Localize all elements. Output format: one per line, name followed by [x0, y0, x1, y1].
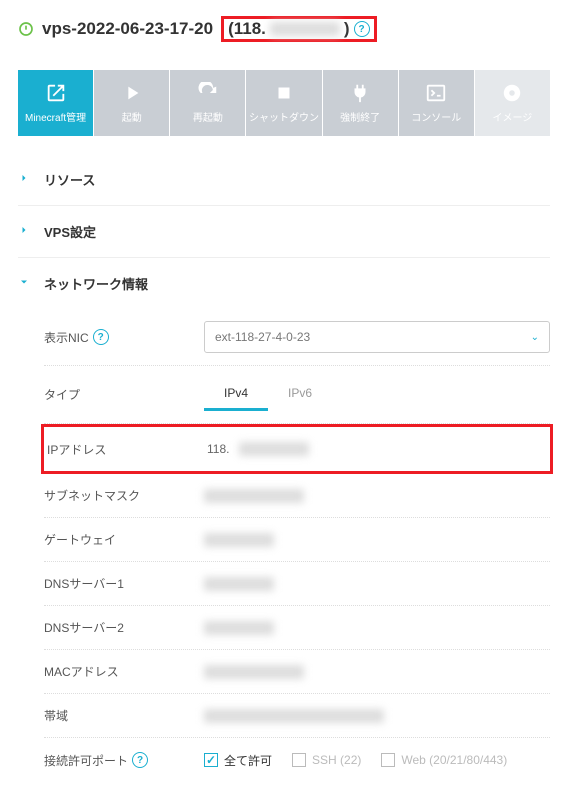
help-icon[interactable]: ? — [132, 752, 148, 768]
web-option[interactable]: Web (20/21/80/443) — [381, 753, 507, 767]
tab-ipv6[interactable]: IPv6 — [268, 378, 332, 411]
bandwidth-row: 帯域 — [44, 694, 550, 738]
checkbox-checked-icon — [204, 753, 218, 767]
start-button[interactable]: 起動 — [94, 70, 169, 136]
chevron-right-icon — [18, 224, 32, 239]
section-title: VPS設定 — [44, 222, 96, 241]
minecraft-manage-button[interactable]: Minecraft管理 — [18, 70, 93, 136]
checkbox-icon — [292, 753, 306, 767]
play-icon — [121, 82, 143, 104]
dns2-label: DNSサーバー2 — [44, 619, 204, 636]
nic-selected-value: ext-118-27-4-0-23 — [215, 330, 310, 344]
bandwidth-masked — [204, 709, 384, 723]
refresh-icon — [197, 82, 219, 104]
ports-label: 接続許可ポート ? — [44, 752, 204, 769]
header-ip-highlight: (118. ) ? — [221, 16, 376, 42]
vps-ip-suffix: ) — [344, 19, 350, 39]
force-stop-button[interactable]: 強制終了 — [323, 70, 398, 136]
dns1-label: DNSサーバー1 — [44, 575, 204, 592]
toolbar-label: Minecraft管理 — [25, 109, 86, 124]
type-row: タイプ IPv4 IPv6 — [44, 366, 550, 424]
dns2-masked — [204, 621, 274, 635]
subnet-masked — [204, 489, 304, 503]
disk-icon — [501, 82, 523, 104]
toolbar-label: イメージ — [493, 109, 533, 124]
toolbar-label: シャットダウン — [249, 109, 319, 124]
type-label: タイプ — [44, 386, 204, 403]
ip-value: 118. — [207, 442, 547, 456]
dns1-row: DNSサーバー1 — [44, 562, 550, 606]
terminal-icon — [425, 82, 447, 104]
checkbox-icon — [381, 753, 395, 767]
network-content: 表示NIC ? ext-118-27-4-0-23 ⌄ タイプ IPv4 IPv… — [18, 309, 550, 782]
section-title: リソース — [44, 170, 95, 189]
dns1-masked — [204, 577, 274, 591]
ip-masked — [239, 442, 309, 456]
gateway-row: ゲートウェイ — [44, 518, 550, 562]
network-section-toggle[interactable]: ネットワーク情報 — [18, 257, 550, 309]
toolbar-label: 再起動 — [193, 109, 223, 124]
vps-ip-prefix: (118. — [228, 19, 266, 39]
restart-button[interactable]: 再起動 — [170, 70, 245, 136]
ports-options: 全て許可 SSH (22) Web (20/21/80/443) — [204, 752, 550, 769]
image-button[interactable]: イメージ — [475, 70, 550, 136]
nic-select[interactable]: ext-118-27-4-0-23 ⌄ — [204, 321, 550, 353]
action-toolbar: Minecraft管理 起動 再起動 シャットダウン 強制終了 コンソール イメ… — [18, 70, 550, 136]
mac-masked — [204, 665, 304, 679]
bandwidth-label: 帯域 — [44, 707, 204, 724]
ip-label: IPアドレス — [47, 441, 207, 458]
chevron-down-icon — [18, 276, 32, 291]
nic-label: 表示NIC ? — [44, 329, 204, 346]
toolbar-label: コンソール — [411, 109, 461, 124]
vps-name: vps-2022-06-23-17-20 — [42, 19, 213, 39]
vps-settings-section-toggle[interactable]: VPS設定 — [18, 205, 550, 257]
subnet-row: サブネットマスク — [44, 474, 550, 518]
subnet-label: サブネットマスク — [44, 487, 204, 504]
allow-all-option[interactable]: 全て許可 — [204, 752, 272, 769]
mac-label: MACアドレス — [44, 663, 204, 680]
stop-icon — [273, 82, 295, 104]
dns2-row: DNSサーバー2 — [44, 606, 550, 650]
ports-row: 接続許可ポート ? 全て許可 SSH (22) Web (20/21/80/44… — [44, 738, 550, 782]
ip-address-row: IPアドレス 118. — [47, 427, 547, 471]
shutdown-button[interactable]: シャットダウン — [246, 70, 321, 136]
chevron-right-icon — [18, 172, 32, 187]
power-status-icon — [18, 21, 34, 37]
nic-select-wrap: ext-118-27-4-0-23 ⌄ — [204, 321, 550, 353]
tab-ipv4[interactable]: IPv4 — [204, 378, 268, 411]
sections: リソース VPS設定 ネットワーク情報 表示NIC ? ext-118-27-4… — [0, 154, 568, 802]
gateway-masked — [204, 533, 274, 547]
nic-row: 表示NIC ? ext-118-27-4-0-23 ⌄ — [44, 309, 550, 366]
external-link-icon — [45, 82, 67, 104]
plug-icon — [349, 82, 371, 104]
section-title: ネットワーク情報 — [44, 274, 148, 293]
ip-row-highlight: IPアドレス 118. — [41, 424, 553, 474]
chevron-down-icon: ⌄ — [531, 332, 539, 343]
help-icon[interactable]: ? — [354, 21, 370, 37]
page-header: vps-2022-06-23-17-20 (118. ) ? — [0, 0, 568, 50]
console-button[interactable]: コンソール — [399, 70, 474, 136]
mac-row: MACアドレス — [44, 650, 550, 694]
toolbar-label: 強制終了 — [340, 109, 380, 124]
ip-type-tabs: IPv4 IPv6 — [204, 378, 332, 411]
ssh-option[interactable]: SSH (22) — [292, 753, 361, 767]
resource-section-toggle[interactable]: リソース — [18, 154, 550, 205]
help-icon[interactable]: ? — [93, 329, 109, 345]
vps-ip-masked — [270, 22, 340, 36]
toolbar-label: 起動 — [122, 109, 142, 124]
gateway-label: ゲートウェイ — [44, 531, 204, 548]
